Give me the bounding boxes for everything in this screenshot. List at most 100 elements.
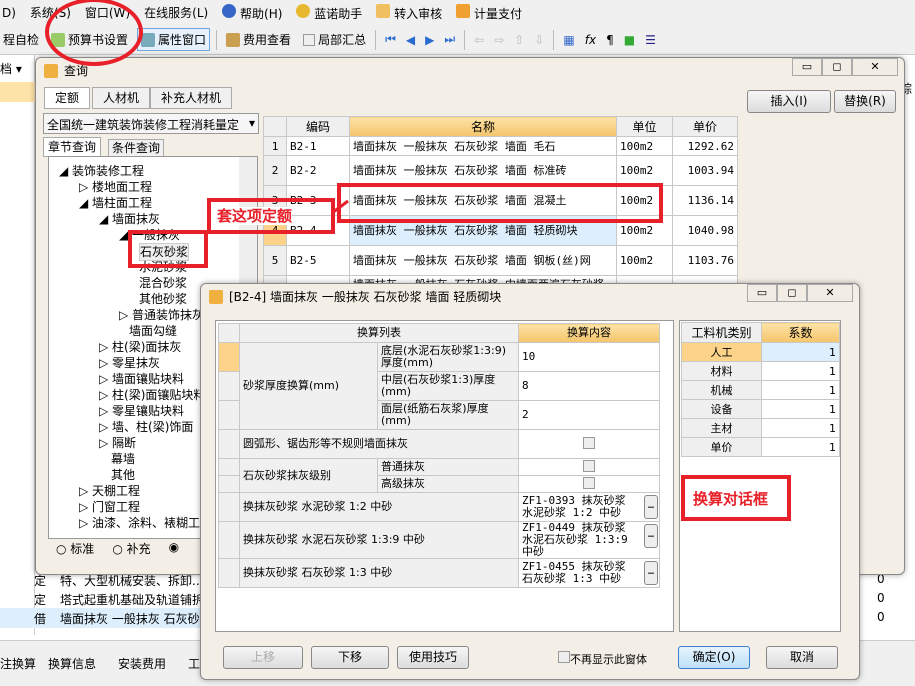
table-row[interactable]: 2 B2-2 墙面抹灰 一般抹灰 石灰砂浆 墙面 标准砖 100m2 1003.94 bbox=[263, 155, 738, 186]
no-show-checkbox[interactable] bbox=[558, 651, 570, 663]
tree-node[interactable]: ▷ 柱(梁)面镶贴块料 bbox=[99, 387, 205, 403]
tab-quota[interactable]: 定额 bbox=[44, 87, 91, 109]
coef-value[interactable]: 1 bbox=[761, 342, 840, 362]
maximize-button[interactable]: ◻ bbox=[777, 284, 807, 302]
tree-node[interactable]: ▷ 楼地面工程 bbox=[79, 179, 152, 195]
col-price[interactable]: 单价 bbox=[672, 116, 738, 137]
tree-node[interactable]: ▷ 墙、柱(梁)饰面 bbox=[99, 419, 193, 435]
move-down-button[interactable]: 下移 bbox=[311, 646, 389, 669]
left-arrow-icon[interactable]: ⇦ bbox=[474, 33, 484, 47]
high-grade-checkbox[interactable] bbox=[583, 476, 595, 489]
browse-button[interactable]: … bbox=[644, 561, 658, 585]
prev-icon[interactable]: ◀ bbox=[406, 33, 415, 47]
col-unit[interactable]: 单位 bbox=[616, 116, 673, 137]
tab-chapter[interactable]: 章节查询 bbox=[43, 137, 102, 157]
query-titlebar[interactable]: 查询 ▭ ◻ ✕ bbox=[36, 58, 904, 83]
tree-node[interactable]: ▷ 零星镶贴块料 bbox=[99, 403, 184, 419]
coef-row[interactable]: 人工 1 bbox=[681, 342, 840, 362]
radio-other[interactable]: ◉ bbox=[169, 540, 179, 557]
insert-button[interactable]: 插入(I) bbox=[747, 90, 831, 113]
tab-conversion-info[interactable]: 换算信息 bbox=[48, 655, 96, 672]
coef-value[interactable]: 1 bbox=[761, 399, 840, 419]
doc-menu[interactable]: 档 ▾ bbox=[0, 60, 22, 77]
row-name[interactable]: 塔式起重机基础及轨道铺拆 bbox=[60, 591, 204, 608]
menu-audit[interactable]: 转入审核 bbox=[376, 3, 442, 22]
minimize-button[interactable]: ▭ bbox=[792, 58, 822, 76]
tree-node[interactable]: ▷ 隔断 bbox=[99, 435, 136, 451]
table-row[interactable]: 1 B2-1 墙面抹灰 一般抹灰 石灰砂浆 墙面 毛石 100m2 1292.62 bbox=[263, 136, 738, 156]
paragraph-icon[interactable]: ¶ bbox=[606, 33, 614, 47]
coef-value[interactable]: 1 bbox=[761, 361, 840, 381]
calculator-icon[interactable]: ▦ bbox=[563, 33, 574, 47]
tree-node[interactable]: 幕墙 bbox=[111, 451, 135, 467]
radio-standard[interactable]: ○ 标准 bbox=[56, 540, 94, 557]
tab-supplement[interactable]: 补充人材机 bbox=[150, 87, 233, 109]
tree-node[interactable]: ▷ 天棚工程 bbox=[79, 483, 140, 499]
replace-value[interactable]: ZF1-0449 抹灰砂浆 水泥石灰砂浆 1:3:9 中砂 bbox=[522, 523, 628, 558]
partial-summary-toggle[interactable]: 局部汇总 bbox=[300, 29, 369, 50]
layer-input[interactable]: 2 bbox=[518, 400, 660, 430]
move-up-button[interactable]: 上移 bbox=[223, 646, 303, 669]
self-check-button[interactable]: 程自检 bbox=[0, 29, 42, 50]
coef-value[interactable]: 1 bbox=[761, 418, 840, 438]
tree-node[interactable]: ◢ 装饰装修工程 bbox=[59, 163, 144, 179]
table-row[interactable]: 5 B2-5 墙面抹灰 一般抹灰 石灰砂浆 墙面 钢板(丝)网 100m2 1103.7… bbox=[263, 245, 738, 276]
normal-grade-checkbox[interactable] bbox=[583, 459, 595, 472]
tab-conversion[interactable]: 注换算 bbox=[0, 655, 36, 672]
tab-materials[interactable]: 人材机 bbox=[92, 87, 151, 109]
property-window-button[interactable]: 属性窗口 bbox=[137, 28, 211, 51]
tree-node[interactable]: 其他砂浆 bbox=[139, 291, 187, 307]
tips-button[interactable]: 使用技巧 bbox=[397, 646, 469, 669]
conversion-titlebar[interactable]: [B2-4] 墙面抹灰 一般抹灰 石灰砂浆 墙面 轻质砌块 ▭ ◻ ✕ bbox=[201, 284, 859, 309]
minimize-button[interactable]: ▭ bbox=[747, 284, 777, 302]
layer-input[interactable]: 10 bbox=[518, 342, 660, 372]
tree-node[interactable]: ▷ 零星抹灰 bbox=[99, 355, 160, 371]
menu-payment[interactable]: 计量支付 bbox=[456, 3, 522, 22]
down-arrow-icon[interactable]: ⇩ bbox=[534, 33, 544, 47]
coef-value[interactable]: 1 bbox=[761, 380, 840, 400]
menu-assistant[interactable]: 蓝诺助手 bbox=[296, 3, 362, 22]
coef-value[interactable]: 1 bbox=[761, 437, 840, 457]
coef-row[interactable]: 单价 1 bbox=[681, 437, 840, 457]
coef-row[interactable]: 主材 1 bbox=[681, 418, 840, 438]
browse-button[interactable]: … bbox=[644, 524, 658, 548]
close-button[interactable]: ✕ bbox=[852, 58, 898, 76]
next-icon[interactable]: ▶ bbox=[425, 33, 434, 47]
replace-button[interactable]: 替换(R) bbox=[834, 90, 896, 113]
replace-value[interactable]: ZF1-0393 抹灰砂浆 水泥砂浆 1:2 中砂 bbox=[522, 494, 626, 519]
tree-node[interactable]: ◢ 墙面抹灰 bbox=[99, 211, 160, 227]
up-arrow-icon[interactable]: ⇧ bbox=[514, 33, 524, 47]
tree-node[interactable]: 其他 bbox=[111, 467, 135, 483]
layer-input[interactable]: 8 bbox=[518, 371, 660, 401]
coef-row[interactable]: 设备 1 bbox=[681, 399, 840, 419]
tree-node[interactable]: 混合砂浆 bbox=[139, 275, 187, 291]
tab-other[interactable]: 工 bbox=[188, 655, 200, 672]
replace-value[interactable]: ZF1-0455 抹灰砂浆 石灰砂浆 1:3 中砂 bbox=[522, 560, 626, 585]
col-code[interactable]: 编码 bbox=[286, 116, 350, 137]
no-show-option[interactable]: 不再显示此窗体 bbox=[558, 651, 647, 667]
fee-view-button[interactable]: 费用查看 bbox=[223, 29, 294, 50]
tree-node[interactable]: ▷ 门窗工程 bbox=[79, 499, 140, 515]
coef-row[interactable]: 机械 1 bbox=[681, 380, 840, 400]
library-select[interactable]: 全国统一建筑装饰装修工程消耗量定 ▾ bbox=[43, 113, 259, 134]
right-arrow-icon[interactable]: ⇨ bbox=[494, 33, 504, 47]
formula-icon[interactable]: fx bbox=[585, 33, 596, 47]
coef-row[interactable]: 材料 1 bbox=[681, 361, 840, 381]
menu-help[interactable]: 帮助(H) bbox=[222, 3, 282, 22]
tree-node[interactable]: ◢ 墙柱面工程 bbox=[79, 195, 152, 211]
tree-node[interactable]: ▷ 墙面镶贴块料 bbox=[99, 371, 184, 387]
tree-node[interactable]: 墙面勾缝 bbox=[129, 323, 177, 339]
checkbox[interactable] bbox=[303, 33, 316, 46]
last-icon[interactable]: ⏭ bbox=[444, 32, 455, 47]
row-name[interactable]: 墙面抹灰 一般抹灰 石灰砂 bbox=[60, 610, 200, 627]
cube-icon[interactable]: ■ bbox=[624, 33, 635, 47]
menu-item[interactable]: D) bbox=[2, 6, 16, 20]
close-button[interactable]: ✕ bbox=[807, 284, 853, 302]
first-icon[interactable]: ⏮ bbox=[385, 32, 396, 47]
col-name[interactable]: 名称 bbox=[349, 116, 617, 137]
tab-condition[interactable]: 条件查询 bbox=[108, 139, 165, 157]
cancel-button[interactable]: 取消 bbox=[766, 646, 838, 669]
tree-node[interactable]: ▷ 油漆、涂料、裱糊工程 bbox=[79, 515, 212, 531]
menu-online[interactable]: 在线服务(L) bbox=[144, 4, 208, 21]
list-icon[interactable]: ☰ bbox=[645, 33, 656, 47]
